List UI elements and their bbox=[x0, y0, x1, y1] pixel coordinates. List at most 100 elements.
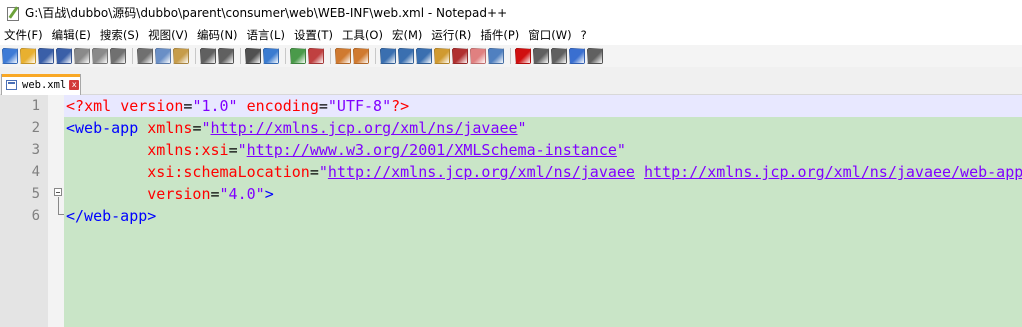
line-number: 3 bbox=[31, 142, 40, 158]
code-line: <web-app xmlns="http://xmlns.jcp.org/xml… bbox=[66, 117, 527, 139]
replace-icon[interactable] bbox=[263, 48, 279, 64]
cut-icon[interactable] bbox=[137, 48, 153, 64]
close-icon[interactable] bbox=[74, 48, 90, 64]
menu-item[interactable]: 插件(P) bbox=[476, 27, 524, 43]
notepad-plus-plus-icon bbox=[6, 5, 20, 21]
menu-item[interactable]: 宏(M) bbox=[388, 27, 427, 43]
save-macro-icon[interactable] bbox=[587, 48, 603, 64]
editor-area[interactable]: 123456 <?xml version="1.0" encoding="UTF… bbox=[0, 95, 1022, 327]
code-token: version bbox=[120, 97, 184, 115]
menu-item[interactable]: 语言(L) bbox=[243, 27, 290, 43]
stop-macro-icon[interactable] bbox=[533, 48, 549, 64]
code-token: > bbox=[264, 185, 274, 203]
fold-margin bbox=[48, 95, 64, 327]
toolbar-separator bbox=[240, 48, 241, 64]
tab-web-xml[interactable]: web.xml x bbox=[1, 74, 81, 95]
sync-horizontal-icon[interactable] bbox=[353, 48, 369, 64]
code-token: " bbox=[517, 119, 527, 137]
line-number: 5 bbox=[31, 186, 40, 202]
code-token[interactable]: http://xmlns.jcp.org/xml/ns/javaee bbox=[328, 163, 635, 181]
code-token: ?> bbox=[391, 97, 410, 115]
menu-item[interactable]: 搜索(S) bbox=[96, 27, 144, 43]
zoom-out-icon[interactable] bbox=[308, 48, 324, 64]
folder-workspace-icon[interactable] bbox=[488, 48, 504, 64]
save-icon[interactable] bbox=[38, 48, 54, 64]
record-macro-icon[interactable] bbox=[515, 48, 531, 64]
toolbar-separator bbox=[285, 48, 286, 64]
menu-item[interactable]: 编码(N) bbox=[193, 27, 243, 43]
play-macro-icon[interactable] bbox=[551, 48, 567, 64]
fold-toggle-icon[interactable] bbox=[54, 188, 62, 196]
menu-bar: 文件(F) 编辑(E) 搜索(S) 视图(V) 编码(N) 语言(L) 设置(T) 工具(O)… bbox=[0, 25, 1022, 45]
code-token: "4.0" bbox=[219, 185, 265, 203]
toolbar-separator bbox=[132, 48, 133, 64]
menu-item[interactable]: ? bbox=[577, 28, 592, 42]
code-token: <web-app bbox=[66, 119, 139, 137]
close-tab-icon[interactable]: x bbox=[69, 80, 80, 90]
function-list-icon[interactable] bbox=[470, 48, 486, 64]
code-token: " bbox=[318, 163, 328, 181]
code-token[interactable]: http://www.w3.org/2001/XMLSchema-instanc… bbox=[247, 141, 617, 159]
save-all-icon[interactable] bbox=[56, 48, 72, 64]
open-file-icon[interactable] bbox=[20, 48, 36, 64]
code-token[interactable]: http://xmlns.jcp.org/xml/ns/javaee/web-a… bbox=[644, 163, 1022, 181]
code-token: " bbox=[201, 119, 211, 137]
code-token: version bbox=[147, 185, 211, 203]
find-icon[interactable] bbox=[245, 48, 261, 64]
user-language-icon[interactable] bbox=[434, 48, 450, 64]
menu-item[interactable]: 编辑(E) bbox=[48, 27, 96, 43]
doc-map-icon[interactable] bbox=[452, 48, 468, 64]
play-multiple-macro-icon[interactable] bbox=[569, 48, 585, 64]
zoom-in-icon[interactable] bbox=[290, 48, 306, 64]
code-line: xmlns:xsi="http://www.w3.org/2001/XMLSch… bbox=[66, 139, 626, 161]
toolbar-separator bbox=[195, 48, 196, 64]
menu-item[interactable]: 视图(V) bbox=[144, 27, 193, 43]
code-token: </web-app> bbox=[66, 207, 157, 225]
code-token: = bbox=[318, 97, 328, 115]
code-token: xsi:schemaLocation bbox=[147, 163, 310, 181]
code-token: = bbox=[309, 163, 319, 181]
code-token: = bbox=[210, 185, 220, 203]
code-line: </web-app> bbox=[66, 205, 156, 227]
menu-item[interactable]: 运行(R) bbox=[427, 27, 476, 43]
toolbar-separator bbox=[510, 48, 511, 64]
title-bar: G:\百战\dubbo\源码\dubbo\parent\consumer\web… bbox=[0, 0, 1022, 25]
menu-item[interactable]: 窗口(W) bbox=[524, 27, 576, 43]
code-token: = bbox=[228, 141, 238, 159]
menu-item[interactable]: 文件(F) bbox=[0, 27, 48, 43]
tab-bar: web.xml x bbox=[0, 67, 1022, 95]
menu-item[interactable]: 工具(O) bbox=[338, 27, 388, 43]
new-file-icon[interactable] bbox=[2, 48, 18, 64]
copy-icon[interactable] bbox=[155, 48, 171, 64]
print-icon[interactable] bbox=[110, 48, 126, 64]
redo-icon[interactable] bbox=[218, 48, 234, 64]
code-token: "UTF-8" bbox=[327, 97, 392, 115]
menu-item[interactable]: 设置(T) bbox=[290, 27, 338, 43]
paste-icon[interactable] bbox=[173, 48, 189, 64]
undo-icon[interactable] bbox=[200, 48, 216, 64]
line-number: 6 bbox=[31, 208, 40, 224]
toolbar-separator bbox=[375, 48, 376, 64]
close-all-icon[interactable] bbox=[92, 48, 108, 64]
window-title: G:\百战\dubbo\源码\dubbo\parent\consumer\web… bbox=[25, 6, 508, 20]
word-wrap-icon[interactable] bbox=[380, 48, 396, 64]
show-all-chars-icon[interactable] bbox=[398, 48, 414, 64]
code-token: <? bbox=[66, 97, 85, 115]
code-token: " bbox=[237, 141, 247, 159]
code-token: xmlns bbox=[147, 119, 193, 137]
code-line: <?xml version="1.0" encoding="UTF-8"?> bbox=[66, 95, 409, 117]
code-token: xml bbox=[84, 97, 112, 115]
toolbar-separator bbox=[330, 48, 331, 64]
line-number-gutter: 1 2 3 4 5 6 bbox=[0, 95, 48, 327]
code-token: " bbox=[616, 141, 626, 159]
sync-vertical-icon[interactable] bbox=[335, 48, 351, 64]
line-number: 1 bbox=[31, 98, 40, 114]
indent-guide-icon[interactable] bbox=[416, 48, 432, 64]
code-token[interactable]: http://xmlns.jcp.org/xml/ns/javaee bbox=[211, 119, 518, 137]
